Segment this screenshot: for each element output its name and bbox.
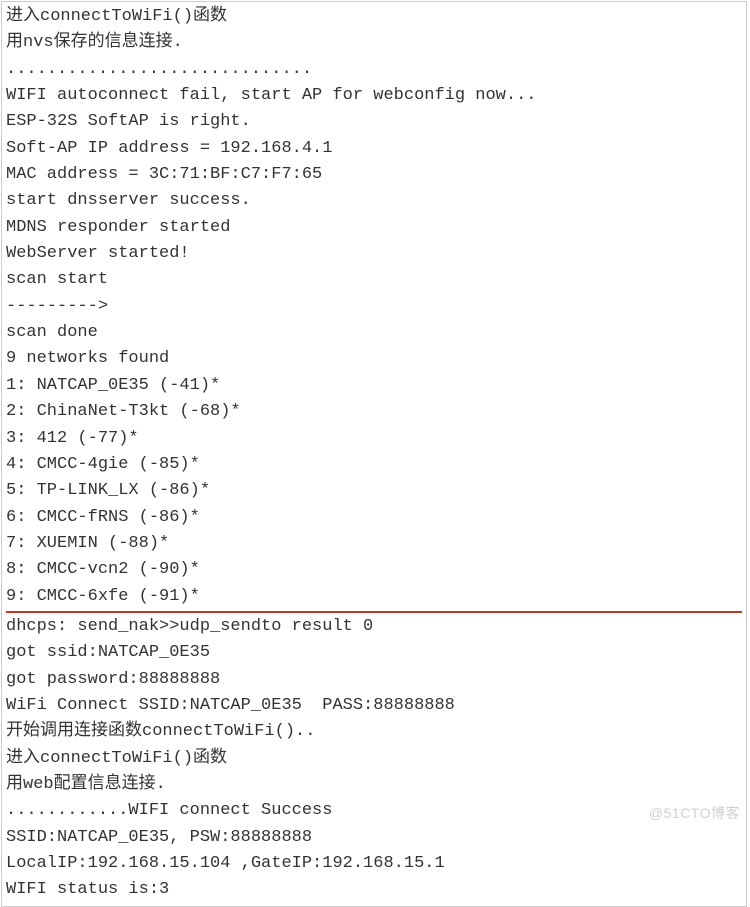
- log-line: WIFI autoconnect fail, start AP for webc…: [6, 83, 742, 109]
- log-line: 进入connectToWiFi()函数: [6, 746, 742, 772]
- log-line: WIFI status is:3: [6, 877, 742, 903]
- log-line: ESP-32S SoftAP is right.: [6, 109, 742, 135]
- log-line: Soft-AP IP address = 192.168.4.1: [6, 136, 742, 162]
- log-line: start dnsserver success.: [6, 188, 742, 214]
- log-line: LocalIP:192.168.15.104 ,GateIP:192.168.1…: [6, 851, 742, 877]
- log-line: 4: CMCC-4gie (-85)*: [6, 452, 742, 478]
- log-line: 1: NATCAP_0E35 (-41)*: [6, 373, 742, 399]
- log-line: 开始调用连接函数connectToWiFi()..: [6, 719, 742, 745]
- log-line: scan done: [6, 320, 742, 346]
- log-line: 用nvs保存的信息连接.: [6, 30, 742, 56]
- log-line: 用web配置信息连接.: [6, 772, 742, 798]
- log-line: SSID:NATCAP_0E35, PSW:88888888: [6, 825, 742, 851]
- log-line: ..............................: [6, 57, 742, 83]
- section-divider: [6, 611, 742, 613]
- log-line: MAC address = 3C:71:BF:C7:F7:65: [6, 162, 742, 188]
- log-line: 8: CMCC-vcn2 (-90)*: [6, 557, 742, 583]
- log-line: 9: CMCC-6xfe (-91)*: [6, 584, 742, 610]
- log-line: --------->: [6, 294, 742, 320]
- log-block-bottom: dhcps: send_nak>>udp_sendto result 0 got…: [6, 614, 742, 904]
- log-line: 9 networks found: [6, 346, 742, 372]
- log-line: 3: 412 (-77)*: [6, 426, 742, 452]
- log-line: WebServer started!: [6, 241, 742, 267]
- log-line: dhcps: send_nak>>udp_sendto result 0: [6, 614, 742, 640]
- log-line: 7: XUEMIN (-88)*: [6, 531, 742, 557]
- log-line: scan start: [6, 267, 742, 293]
- log-line: 6: CMCC-fRNS (-86)*: [6, 505, 742, 531]
- log-block-top: 进入connectToWiFi()函数 用nvs保存的信息连接. .......…: [6, 4, 742, 610]
- log-line: WiFi Connect SSID:NATCAP_0E35 PASS:88888…: [6, 693, 742, 719]
- log-line: ............WIFI connect Success: [6, 798, 742, 824]
- log-line: 5: TP-LINK_LX (-86)*: [6, 478, 742, 504]
- log-line: got password:88888888: [6, 667, 742, 693]
- log-line: got ssid:NATCAP_0E35: [6, 640, 742, 666]
- log-line: MDNS responder started: [6, 215, 742, 241]
- terminal-output: 进入connectToWiFi()函数 用nvs保存的信息连接. .......…: [1, 1, 747, 907]
- log-line: 进入connectToWiFi()函数: [6, 4, 742, 30]
- log-line: 2: ChinaNet-T3kt (-68)*: [6, 399, 742, 425]
